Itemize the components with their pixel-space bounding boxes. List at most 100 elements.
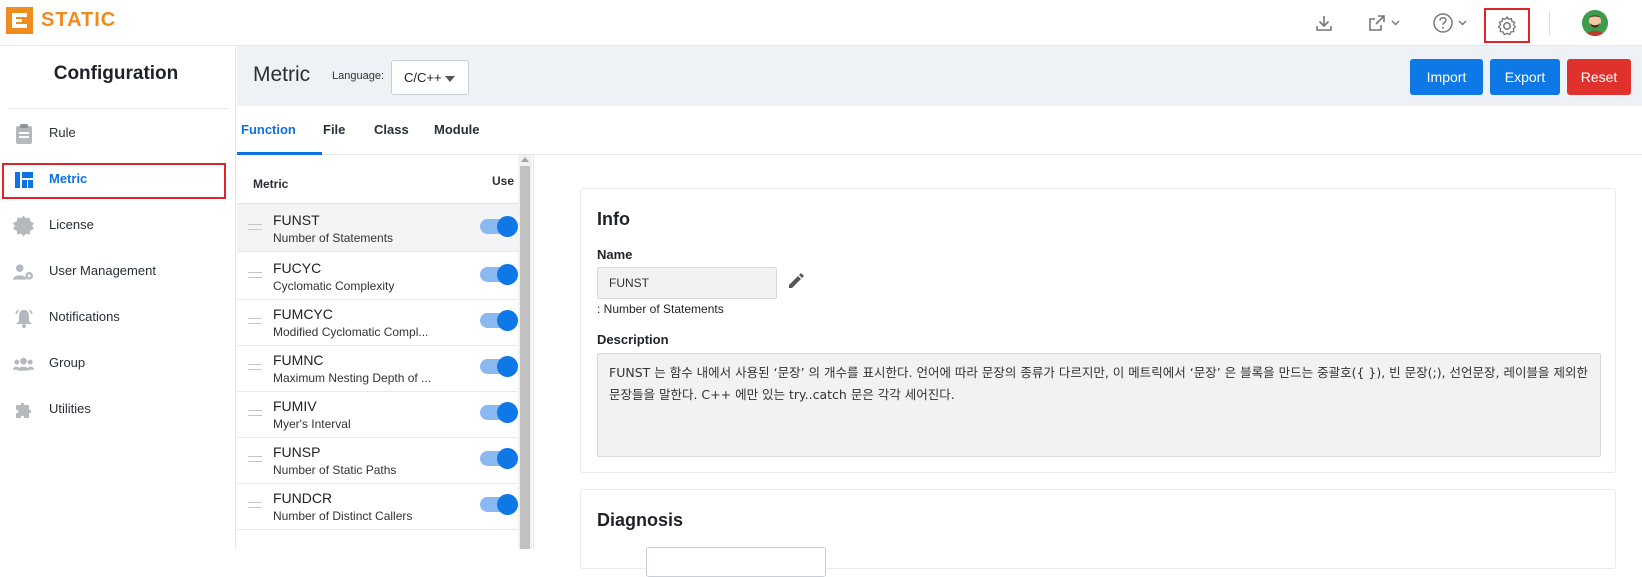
export-button[interactable]: Export — [1490, 59, 1560, 95]
metric-description: Number of Statements — [273, 231, 394, 245]
chevron-down-icon — [1391, 20, 1400, 26]
static-logo-icon — [6, 7, 33, 34]
metric-code: FUMNC — [273, 352, 324, 368]
sidebar: Configuration Rule Metric License User M… — [0, 46, 236, 549]
logo-text: STATIC — [41, 9, 117, 31]
metric-description: Cyclomatic Complexity — [273, 279, 395, 293]
metric-code: FUMIV — [273, 398, 317, 414]
list-item[interactable]: FUNST Number of Statements — [237, 204, 518, 252]
drag-handle-icon[interactable] — [248, 318, 262, 324]
toolbar-divider — [1549, 11, 1550, 35]
language-select[interactable]: C/C++ — [391, 60, 469, 95]
use-toggle[interactable] — [480, 448, 518, 469]
drag-handle-icon[interactable] — [248, 224, 262, 230]
caret-down-icon — [445, 76, 455, 82]
settings-button[interactable] — [1484, 8, 1530, 43]
bell-icon — [13, 307, 34, 328]
metric-description: Myer's Interval — [273, 417, 351, 431]
tab-bar: Function File Class Module — [237, 106, 1642, 155]
tab-file[interactable]: File — [323, 122, 345, 137]
tab-class[interactable]: Class — [374, 122, 409, 137]
sidebar-item-group[interactable]: Group — [0, 345, 236, 381]
metric-list: Metric Use FUNST Number of Statements FU… — [237, 155, 534, 549]
sidebar-item-label: Utilities — [49, 401, 91, 416]
top-bar: STATIC — [0, 0, 1642, 46]
drag-handle-icon[interactable] — [248, 502, 262, 508]
use-toggle[interactable] — [480, 264, 518, 285]
name-field: FUNST — [597, 267, 777, 299]
list-item[interactable]: FUNDCR Number of Distinct Callers — [237, 482, 518, 530]
import-button[interactable]: Import — [1410, 59, 1483, 95]
external-link-icon — [1369, 15, 1385, 31]
metric-code: FUNSP — [273, 444, 321, 460]
help-button[interactable] — [1432, 8, 1467, 38]
app-logo[interactable]: STATIC — [6, 7, 116, 34]
sidebar-item-label: Notifications — [49, 309, 120, 324]
language-select-value: C/C++ — [404, 70, 442, 85]
sidebar-item-rule[interactable]: Rule — [0, 115, 236, 151]
metric-code: FUCYC — [273, 260, 322, 276]
user-avatar[interactable] — [1582, 10, 1608, 36]
metric-list-header: Metric Use — [237, 155, 518, 204]
metric-description: Modified Cyclomatic Compl... — [273, 325, 429, 339]
list-item[interactable]: FUMNC Maximum Nesting Depth of ... — [237, 344, 518, 392]
list-item[interactable]: FUNSP Number of Static Paths — [237, 436, 518, 484]
metric-code: FUNDCR — [273, 490, 333, 506]
sidebar-item-notifications[interactable]: Notifications — [0, 299, 236, 335]
sidebar-item-user-management[interactable]: User Management — [0, 253, 236, 289]
sidebar-item-label: License — [49, 217, 94, 232]
scroll-up-icon[interactable] — [521, 157, 529, 162]
metric-code: FUMCYC — [273, 306, 333, 322]
help-icon — [1433, 13, 1453, 33]
metric-description: Maximum Nesting Depth of ... — [273, 371, 432, 385]
info-panel: Info Name FUNST : Number of Statements D… — [580, 188, 1616, 473]
use-toggle[interactable] — [480, 216, 518, 237]
edit-name-button[interactable] — [786, 271, 808, 293]
tab-module[interactable]: Module — [434, 122, 480, 137]
page-title: Metric — [253, 63, 311, 86]
column-header-use: Use — [492, 174, 515, 188]
sidebar-divider — [8, 108, 228, 109]
external-link-button[interactable] — [1367, 8, 1400, 38]
name-subtitle: : Number of Statements — [597, 302, 724, 316]
download-button[interactable] — [1314, 8, 1334, 38]
drag-handle-icon[interactable] — [248, 456, 262, 462]
user-gear-icon — [13, 261, 34, 282]
description-field: FUNST 는 함수 내에서 사용된 ‘문장’ 의 개수를 표시한다. 언어에 … — [597, 353, 1601, 457]
list-item[interactable]: FUCYC Cyclomatic Complexity — [237, 252, 518, 300]
drag-handle-icon[interactable] — [248, 364, 262, 370]
name-label: Name — [597, 247, 633, 262]
use-toggle[interactable] — [480, 310, 518, 331]
sidebar-item-label: User Management — [49, 263, 156, 278]
puzzle-icon — [13, 399, 34, 420]
list-item[interactable]: FUMCYC Modified Cyclomatic Compl... — [237, 298, 518, 346]
list-scrollbar[interactable] — [518, 155, 532, 549]
sidebar-title: Configuration — [53, 63, 179, 84]
diagnosis-title: Diagnosis — [597, 510, 684, 530]
pencil-icon — [789, 273, 804, 288]
drag-handle-icon[interactable] — [248, 272, 262, 278]
reset-button[interactable]: Reset — [1567, 59, 1631, 95]
sidebar-item-utilities[interactable]: Utilities — [0, 391, 236, 427]
info-title: Info — [597, 209, 630, 229]
column-header-metric: Metric — [253, 177, 289, 191]
chevron-down-icon — [1458, 20, 1467, 26]
metric-description: Number of Static Paths — [273, 463, 397, 477]
download-icon — [1316, 16, 1332, 31]
diagnosis-field[interactable] — [646, 547, 826, 577]
drag-handle-icon[interactable] — [248, 410, 262, 416]
use-toggle[interactable] — [480, 402, 518, 423]
metric-description: Number of Distinct Callers — [273, 509, 413, 523]
sidebar-item-label: Rule — [49, 125, 76, 140]
use-toggle[interactable] — [480, 356, 518, 377]
group-icon — [13, 353, 34, 374]
scrollbar-thumb[interactable] — [520, 166, 530, 549]
sidebar-item-label: Group — [49, 355, 86, 370]
sidebar-item-license[interactable]: License — [0, 207, 236, 243]
clipboard-icon — [13, 123, 34, 144]
badge-icon — [13, 215, 34, 236]
description-label: Description — [597, 332, 669, 347]
list-item[interactable]: FUMIV Myer's Interval — [237, 390, 518, 438]
tab-function[interactable]: Function — [241, 122, 296, 137]
use-toggle[interactable] — [480, 494, 518, 515]
